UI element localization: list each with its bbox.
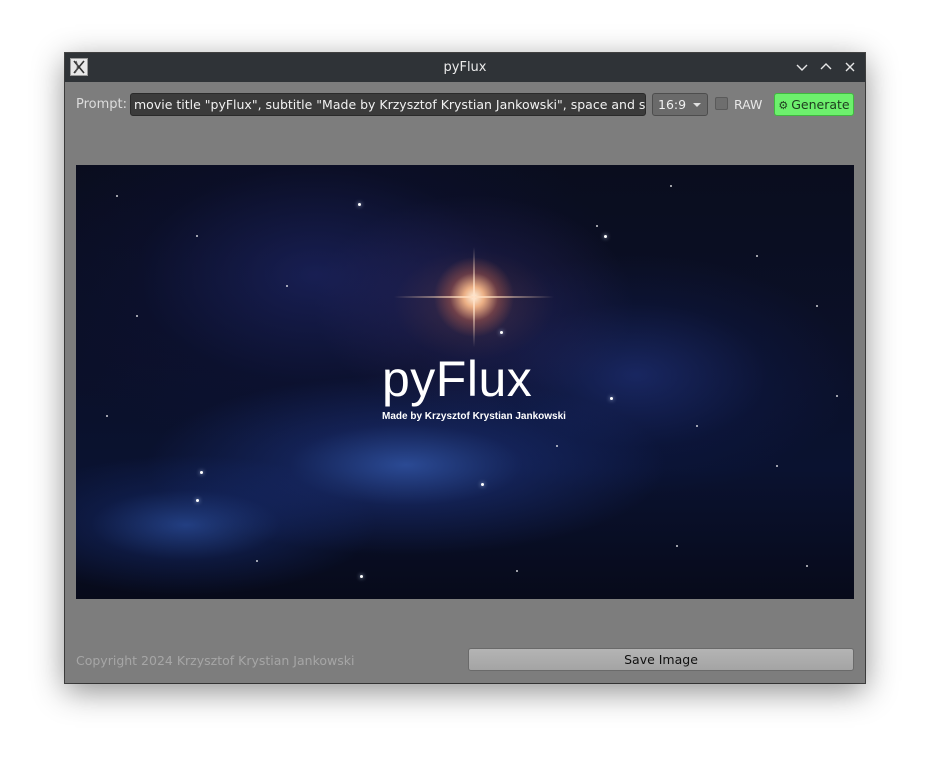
star [556,445,558,447]
copyright-text: Copyright 2024 Krzysztof Krystian Jankow… [76,653,355,668]
close-button[interactable] [842,59,858,75]
star [196,235,198,237]
aspect-ratio-value: 16:9 [658,97,687,112]
star [200,471,203,474]
raw-checkbox[interactable] [715,97,728,110]
aspect-ratio-select[interactable]: 16:9 [652,93,708,116]
star [196,499,199,502]
star [756,255,758,257]
generate-button[interactable]: ⚙ Generate [774,93,854,116]
dropdown-arrow-icon [693,103,701,107]
prompt-label: Prompt: [76,97,128,112]
star [481,483,484,486]
prompt-input[interactable]: movie title "pyFlux", subtitle "Made by … [130,93,646,116]
star [776,465,778,467]
star [516,570,518,572]
chevron-down-icon [796,64,808,71]
star [836,395,838,397]
star [596,225,598,227]
maximize-button[interactable] [818,59,834,75]
generated-image: pyFlux Made by Krzysztof Krystian Jankow… [76,165,854,599]
app-window: pyFlux Prompt: movie title "pyFlux", sub… [65,53,865,683]
star [360,575,363,578]
star [136,315,138,317]
star [106,415,108,417]
star [670,185,672,187]
window-title: pyFlux [443,60,487,75]
star [676,545,678,547]
star [604,235,607,238]
star [806,565,808,567]
close-icon [845,62,855,72]
generate-label: Generate [791,97,850,112]
raw-label[interactable]: RAW [734,97,762,112]
star [610,397,613,400]
star [116,195,118,197]
title-bar[interactable]: pyFlux [65,53,865,82]
image-subtitle-text: Made by Krzysztof Krystian Jankowski [382,411,566,422]
save-image-button[interactable]: Save Image [468,648,854,671]
star-flare [473,247,475,347]
star [256,560,258,562]
chevron-up-icon [820,63,832,70]
star [286,285,288,287]
minimize-button[interactable] [794,59,810,75]
gear-icon: ⚙ [778,99,789,112]
star [358,203,361,206]
star [500,331,503,334]
star [696,425,698,427]
image-title-text: pyFlux [382,351,533,407]
star [816,305,818,307]
